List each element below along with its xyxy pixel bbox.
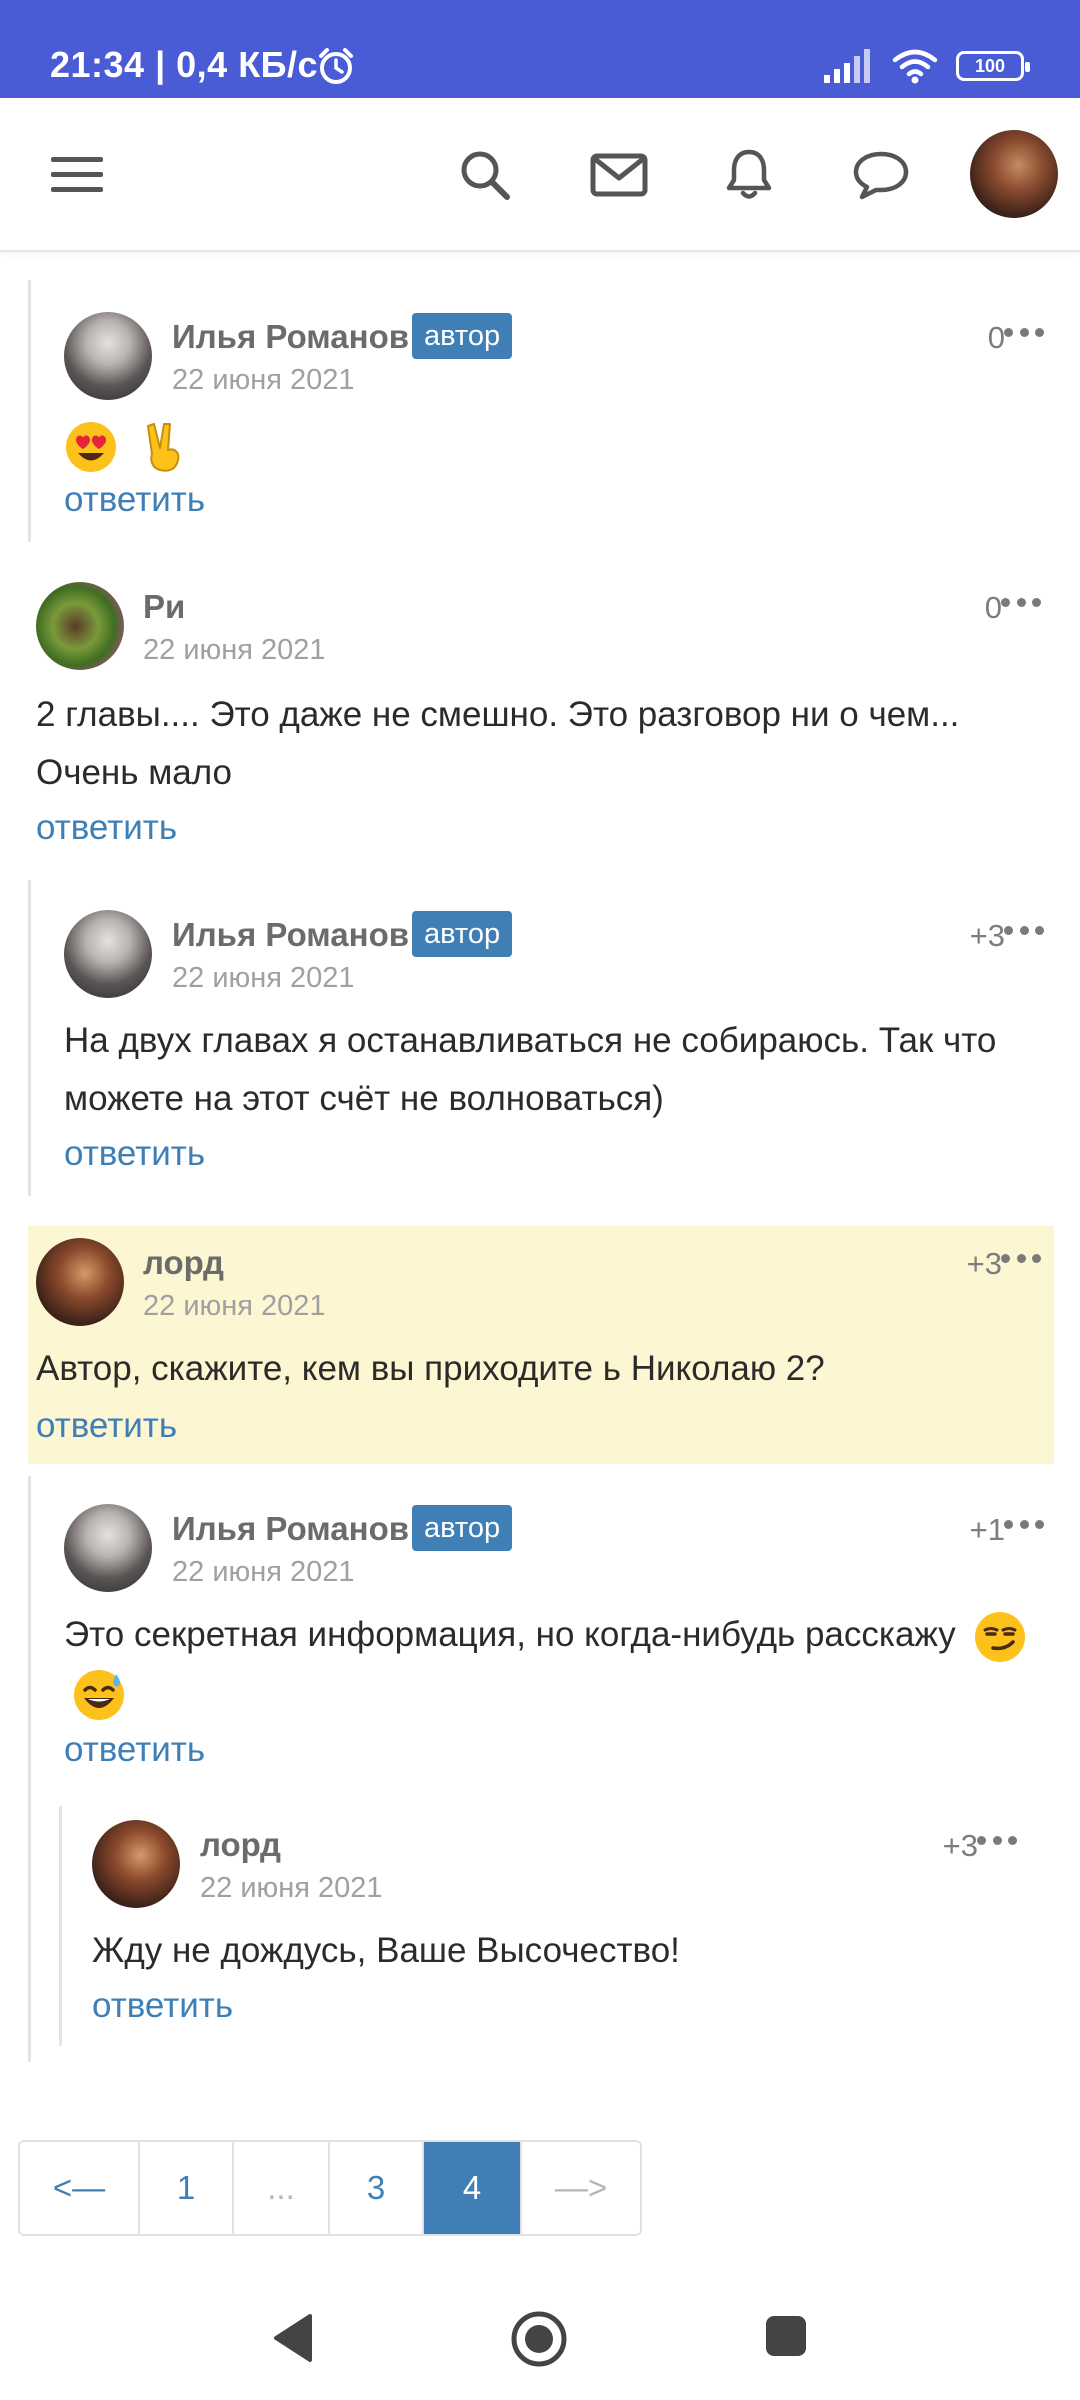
more-options-icon[interactable] bbox=[1001, 1251, 1041, 1265]
comment-score: +3 bbox=[966, 1246, 1002, 1281]
comment-author[interactable]: лорд bbox=[143, 1244, 224, 1282]
comment-text: 2 главы.... Это даже не смешно. Это разг… bbox=[36, 695, 960, 792]
comment-score: +1 bbox=[969, 1512, 1005, 1547]
more-options-icon[interactable] bbox=[977, 1833, 1017, 1847]
author-badge: автор bbox=[412, 1505, 513, 1551]
comment-avatar[interactable] bbox=[64, 1504, 152, 1592]
comment-text: Это секретная информация, но когда-нибуд… bbox=[64, 1606, 1044, 1722]
system-navigation-bar bbox=[0, 2280, 1080, 2400]
pagination: <— 1 ... 3 4 —> bbox=[18, 2140, 642, 2236]
home-icon[interactable] bbox=[510, 2310, 568, 2368]
comment-score: 0 bbox=[987, 320, 1005, 355]
comment-text: Жду не дождусь, Ваше Высочество! bbox=[92, 1931, 680, 1970]
comment-author[interactable]: Илья Романов bbox=[172, 1510, 409, 1548]
recents-icon[interactable] bbox=[764, 2314, 808, 2358]
alarm-icon bbox=[319, 48, 353, 84]
comment-avatar[interactable] bbox=[64, 312, 152, 400]
comment-score: 0 bbox=[984, 590, 1002, 625]
comment-date: 22 июня 2021 bbox=[143, 634, 326, 666]
pagination-ellipsis: ... bbox=[234, 2142, 330, 2234]
reply-link[interactable]: ответить bbox=[92, 1986, 233, 2026]
victory-hand-emoji bbox=[146, 422, 180, 472]
comment-avatar[interactable] bbox=[36, 582, 124, 670]
user-avatar[interactable] bbox=[970, 130, 1058, 218]
reply-link[interactable]: ответить bbox=[64, 1730, 205, 1770]
comment-text: На двух главах я останавливаться не соби… bbox=[64, 1021, 997, 1118]
comment-author[interactable]: Илья Романов bbox=[172, 318, 409, 356]
signal-icon bbox=[824, 49, 870, 83]
more-options-icon[interactable] bbox=[1004, 325, 1044, 339]
reply-link[interactable]: ответить bbox=[64, 1134, 205, 1174]
menu-icon[interactable] bbox=[44, 142, 110, 208]
reply-link[interactable]: ответить bbox=[36, 1406, 177, 1446]
pagination-next[interactable]: —> bbox=[522, 2142, 640, 2234]
mail-icon[interactable] bbox=[586, 142, 652, 208]
comment-date: 22 июня 2021 bbox=[172, 364, 355, 396]
bell-icon[interactable] bbox=[716, 142, 782, 208]
author-badge: автор bbox=[412, 911, 513, 957]
comment-item: Илья Романов автор 22 июня 2021 +1 Это с… bbox=[28, 1476, 1054, 2062]
pagination-page-3[interactable]: 3 bbox=[330, 2142, 424, 2234]
pagination-page-1[interactable]: 1 bbox=[140, 2142, 234, 2234]
reply-link[interactable]: ответить bbox=[64, 480, 205, 520]
more-options-icon[interactable] bbox=[1001, 595, 1041, 609]
comment-item-highlighted: лорд 22 июня 2021 +3 Автор, скажите, кем… bbox=[28, 1226, 1054, 1464]
more-options-icon[interactable] bbox=[1004, 1517, 1044, 1531]
search-icon[interactable] bbox=[452, 142, 518, 208]
reply-link[interactable]: ответить bbox=[36, 808, 177, 848]
nested-comment-item: лорд 22 июня 2021 +3 Жду не дождусь, Ваш… bbox=[59, 1806, 1055, 2046]
comment-date: 22 июня 2021 bbox=[172, 962, 355, 994]
battery-level: 100 bbox=[974, 55, 1006, 76]
comment-date: 22 июня 2021 bbox=[172, 1556, 355, 1588]
more-options-icon[interactable] bbox=[1004, 923, 1044, 937]
comment-avatar[interactable] bbox=[64, 910, 152, 998]
comment-text-content: Это секретная информация, но когда-нибуд… bbox=[64, 1615, 956, 1654]
comment-text bbox=[64, 416, 1044, 474]
heart-eyes-emoji bbox=[66, 421, 116, 472]
chat-icon[interactable] bbox=[848, 142, 914, 208]
comment-text: Автор, скажите, кем вы приходите ь Никол… bbox=[36, 1349, 825, 1388]
status-bar: 21:34 | 0,4 КБ/с 100 bbox=[0, 0, 1080, 98]
author-badge: автор bbox=[412, 313, 513, 359]
comment-score: +3 bbox=[942, 1828, 978, 1863]
comment-avatar[interactable] bbox=[36, 1238, 124, 1326]
comment-item: Илья Романов автор 22 июня 2021 0 ответи… bbox=[28, 280, 1054, 542]
sweat-smile-emoji bbox=[74, 1669, 124, 1720]
comment-date: 22 июня 2021 bbox=[200, 1872, 383, 1904]
comment-author[interactable]: лорд bbox=[200, 1826, 281, 1864]
status-time: 21:34 | 0,4 КБ/с bbox=[50, 44, 319, 85]
comment-author[interactable]: Илья Романов bbox=[172, 916, 409, 954]
comment-item: Илья Романов автор 22 июня 2021 +3 На дв… bbox=[28, 880, 1054, 1196]
status-icons: 100 bbox=[824, 46, 1030, 86]
battery-icon: 100 bbox=[956, 51, 1030, 81]
pagination-page-4-current[interactable]: 4 bbox=[424, 2142, 522, 2234]
comment-author[interactable]: Ри bbox=[143, 588, 185, 626]
pagination-prev[interactable]: <— bbox=[20, 2142, 140, 2234]
wifi-icon bbox=[892, 49, 938, 84]
comment-item: Ри 22 июня 2021 0 2 главы.... Это даже н… bbox=[28, 560, 1054, 860]
comment-score: +3 bbox=[969, 918, 1005, 953]
comment-avatar[interactable] bbox=[92, 1820, 180, 1908]
smirk-emoji bbox=[975, 1611, 1026, 1662]
comment-date: 22 июня 2021 bbox=[143, 1290, 326, 1322]
top-navigation-bar bbox=[0, 98, 1080, 252]
back-icon[interactable] bbox=[270, 2312, 314, 2364]
